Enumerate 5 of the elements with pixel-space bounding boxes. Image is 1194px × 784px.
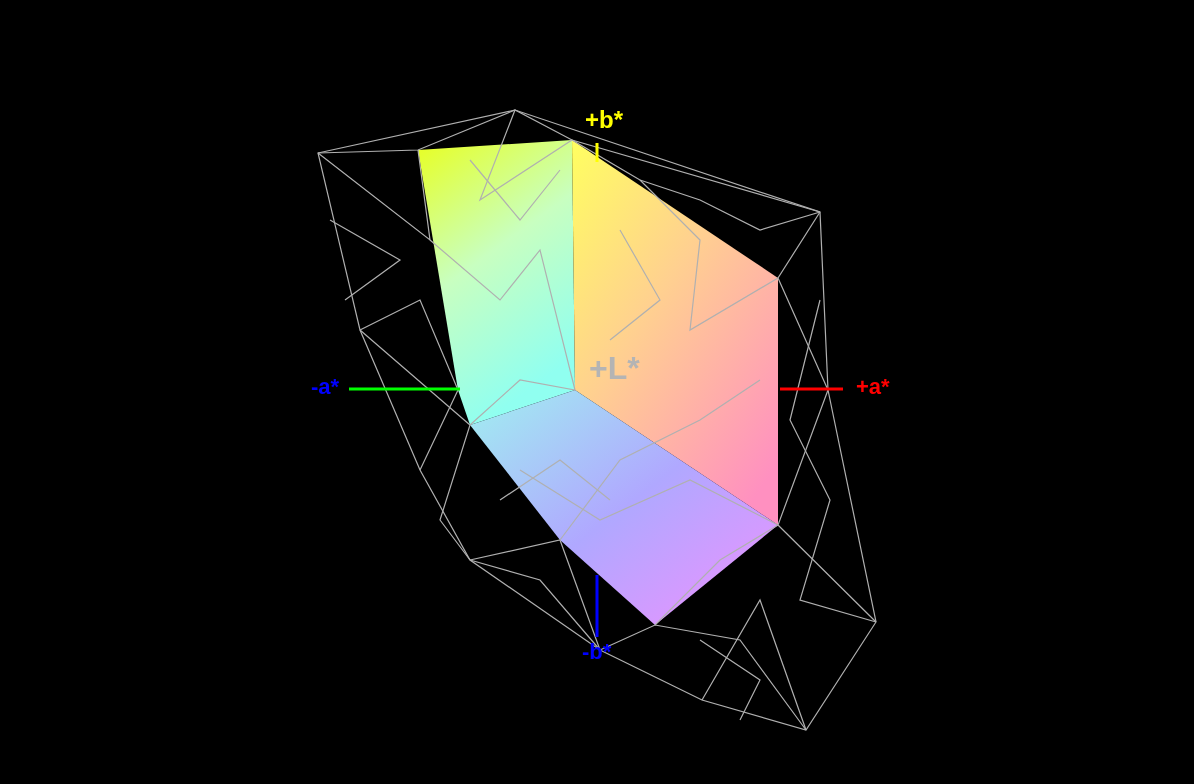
axis-label: -b* — [582, 641, 612, 663]
axis-label: +b* — [585, 108, 623, 132]
axis-label: -a* — [311, 376, 340, 398]
axis-label: +L* — [589, 352, 640, 384]
axis-label: +a* — [856, 376, 890, 398]
